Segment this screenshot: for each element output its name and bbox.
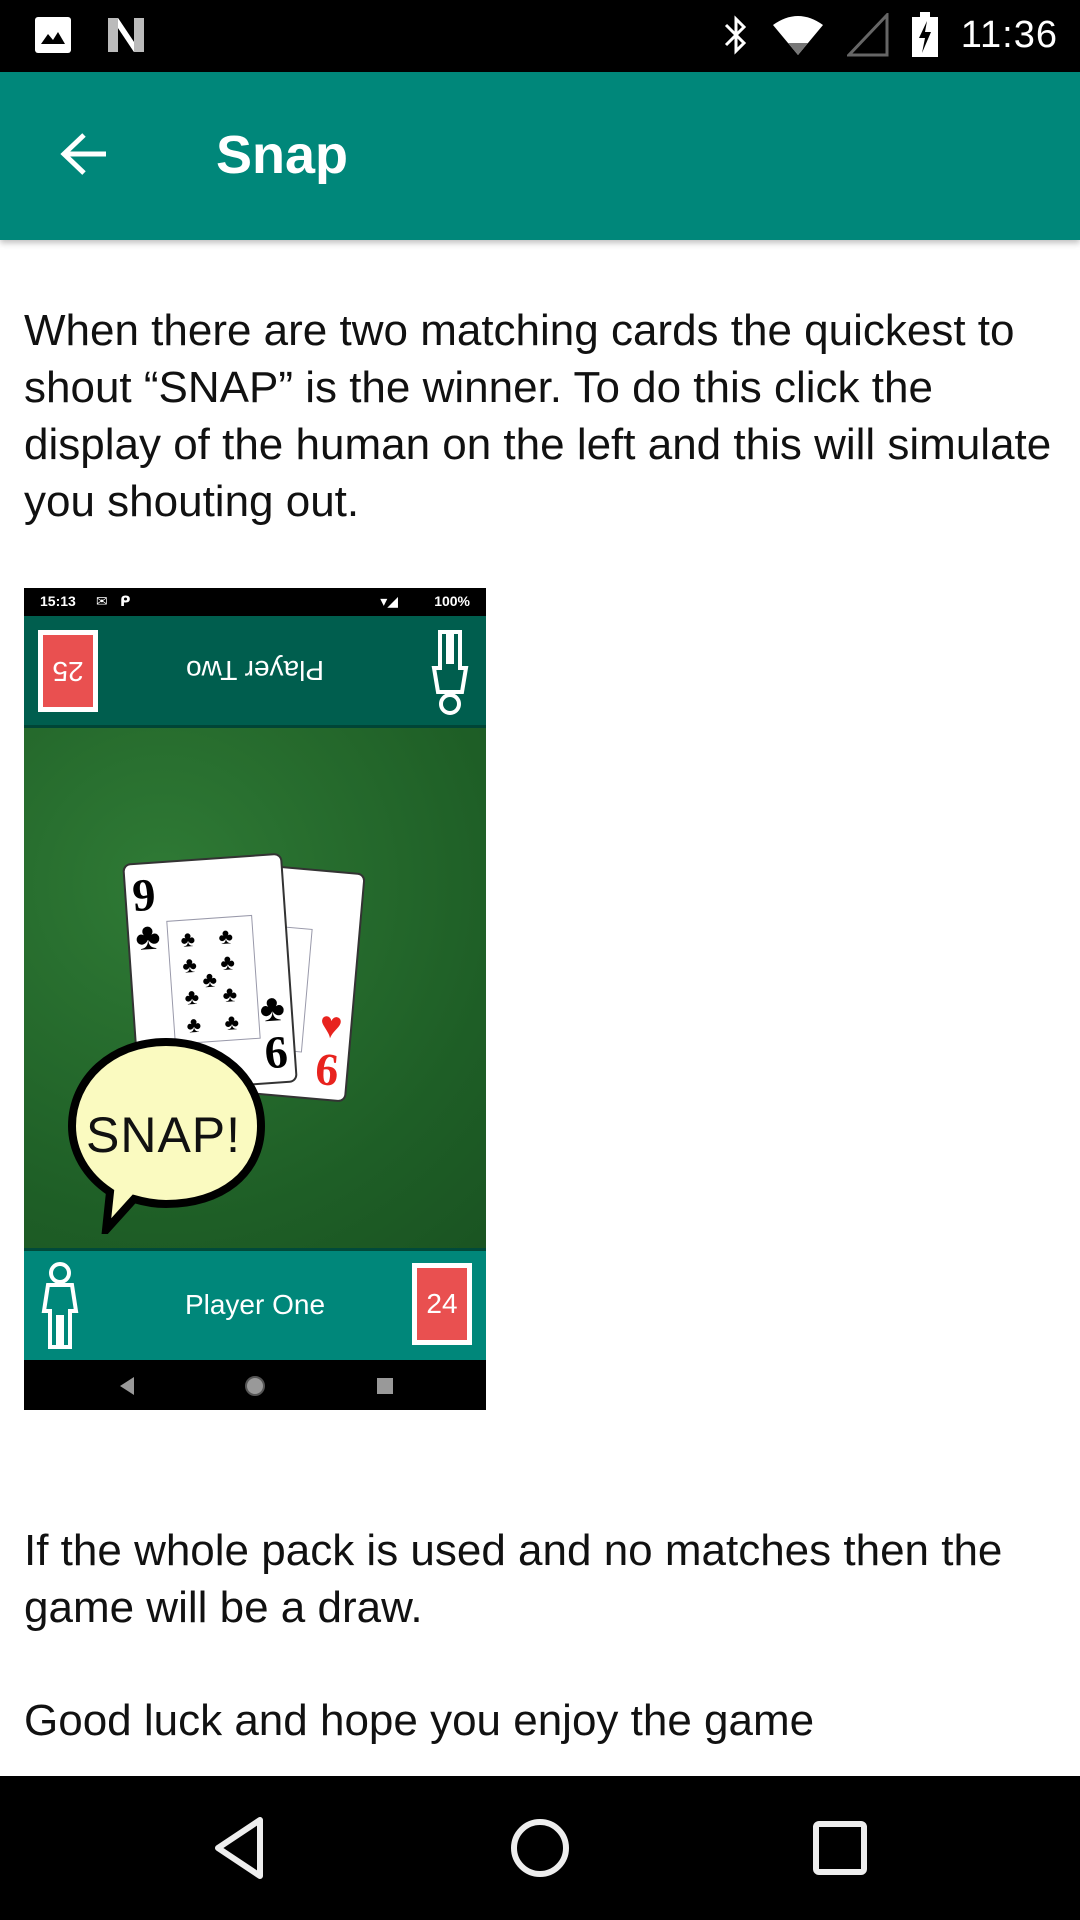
player-one-bar: Player One 24 xyxy=(24,1248,486,1360)
club-pip-icon: ♣ xyxy=(217,923,234,950)
instruction-paragraph-1: When there are two matching cards the qu… xyxy=(24,306,1052,526)
player-one-card-count: 24 xyxy=(412,1263,472,1345)
instruction-paragraph-3: Good luck and hope you enjoy the game xyxy=(24,1696,815,1745)
robot-player-icon xyxy=(431,630,469,715)
example-nav-bar xyxy=(24,1360,486,1410)
example-recents-icon xyxy=(377,1378,393,1394)
back-button[interactable] xyxy=(52,122,116,186)
heart-suit-icon: ♥ xyxy=(317,1004,345,1048)
wifi-icon xyxy=(772,16,823,55)
card-rank: 6 xyxy=(313,1042,341,1096)
card-pip-area: ♣ ♣ ♣ ♣ ♣ ♣ ♣ ♣ ♣ xyxy=(166,914,261,1045)
arrow-back-icon xyxy=(60,133,106,175)
player-two-bar: 25 Player Two xyxy=(24,616,486,728)
back-triangle-icon xyxy=(215,1817,263,1879)
signal-icon xyxy=(846,13,889,57)
club-pip-icon: ♣ xyxy=(181,951,198,978)
instruction-paragraph-2: If the whole pack is used and no matches… xyxy=(24,1526,1003,1632)
example-battery: 100% xyxy=(434,593,470,609)
club-pip-icon: ♣ xyxy=(219,949,236,976)
example-status-time: 15:13 xyxy=(40,593,76,609)
gallery-icon xyxy=(35,17,71,53)
system-nav-bar xyxy=(0,1776,1080,1920)
battery-charging-icon xyxy=(911,12,938,57)
app-bar: Snap xyxy=(0,72,1080,240)
nav-back-button[interactable] xyxy=(204,1812,276,1884)
instructions-content[interactable]: When there are two matching cards the qu… xyxy=(0,240,1080,1776)
snap-bubble-text: SNAP! xyxy=(86,1107,242,1163)
recents-square-icon xyxy=(813,1821,867,1875)
status-time: 11:36 xyxy=(960,13,1058,56)
n-icon xyxy=(108,18,144,52)
page-title: Snap xyxy=(216,125,349,185)
example-status-bar: 15:13 ✉ ᑭ ▾◢ 100% xyxy=(24,588,486,616)
bluetooth-icon xyxy=(724,15,746,55)
card-rank: 9 xyxy=(130,868,158,922)
club-suit-icon: ♣ xyxy=(133,915,162,960)
card-rank-bottom: 6 xyxy=(262,1025,290,1079)
card-table: ♥ 6 9 ♣ ♣ ♣ ♣ ♣ ♣ ♣ ♣ ♣ ♣ ♣ 6 SNAP! xyxy=(24,728,486,1248)
example-home-icon xyxy=(245,1376,265,1396)
home-circle-icon xyxy=(511,1819,569,1877)
club-pip-icon: ♣ xyxy=(201,966,218,993)
p-icon: ᑭ xyxy=(120,593,131,609)
mail-icon: ✉ xyxy=(96,593,108,609)
club-pip-icon: ♣ xyxy=(179,925,196,952)
status-bar: 11:36 xyxy=(0,0,1080,72)
player-two-label: Player Two xyxy=(186,655,324,686)
club-pip-icon: ♣ xyxy=(221,981,238,1008)
example-back-icon xyxy=(120,1377,134,1395)
nav-recents-button[interactable] xyxy=(804,1812,876,1884)
club-pip-icon: ♣ xyxy=(183,983,200,1010)
club-suit-icon: ♣ xyxy=(258,986,287,1031)
club-pip-icon: ♣ xyxy=(223,1009,240,1036)
example-wifi-icon: ▾◢ xyxy=(380,593,398,609)
example-game-screenshot: 15:13 ✉ ᑭ ▾◢ 100% 25 Player Two ♥ 6 9 ♣ … xyxy=(24,588,486,1410)
nav-home-button[interactable] xyxy=(504,1812,576,1884)
